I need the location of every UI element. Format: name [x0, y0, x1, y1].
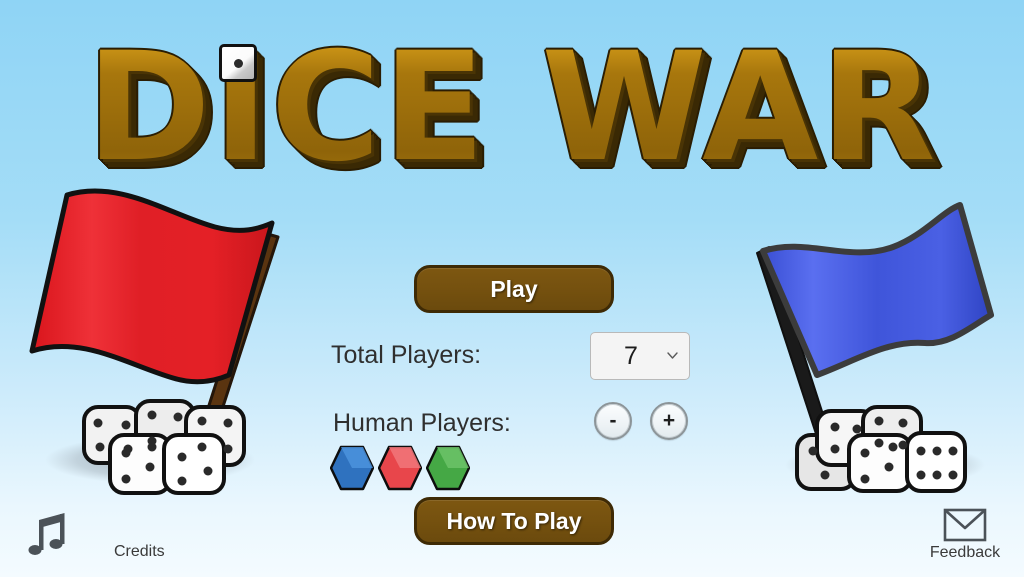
total-players-select[interactable]: 7 — [590, 332, 690, 380]
human-players-label: Human Players: — [333, 409, 511, 437]
increase-human-players-button[interactable]: + — [650, 402, 688, 440]
human-player-hex-blue[interactable] — [330, 445, 374, 491]
die-pip — [233, 58, 243, 68]
main-menu-panel: Play Total Players: 7 Human Players: - + — [322, 262, 702, 547]
human-player-hex-green[interactable] — [426, 445, 470, 491]
chevron-down-icon — [667, 352, 678, 359]
music-note-icon — [28, 513, 65, 555]
feedback-button[interactable]: Feedback — [926, 508, 1004, 562]
play-button[interactable]: Play — [414, 265, 614, 313]
game-title: DICE WAR — [0, 28, 1024, 198]
music-toggle-button[interactable] — [18, 509, 66, 561]
flag-cloth — [29, 188, 275, 385]
how-to-play-button[interactable]: How To Play — [414, 497, 614, 545]
human-player-hex-red[interactable] — [378, 445, 422, 491]
credits-button[interactable]: Credits — [114, 543, 165, 561]
envelope-icon — [943, 508, 987, 542]
dice-pile — [795, 405, 967, 493]
die-one-icon — [219, 44, 257, 82]
feedback-label: Feedback — [929, 544, 1001, 561]
game-screen: DICE WAR Play Total Players: 7 Human Pla… — [0, 0, 1024, 577]
blue-flag — [745, 185, 1024, 495]
decrease-human-players-button[interactable]: - — [594, 402, 632, 440]
game-title-text: DICE WAR — [86, 21, 938, 195]
red-flag — [10, 185, 290, 495]
total-players-label: Total Players: — [331, 341, 482, 369]
